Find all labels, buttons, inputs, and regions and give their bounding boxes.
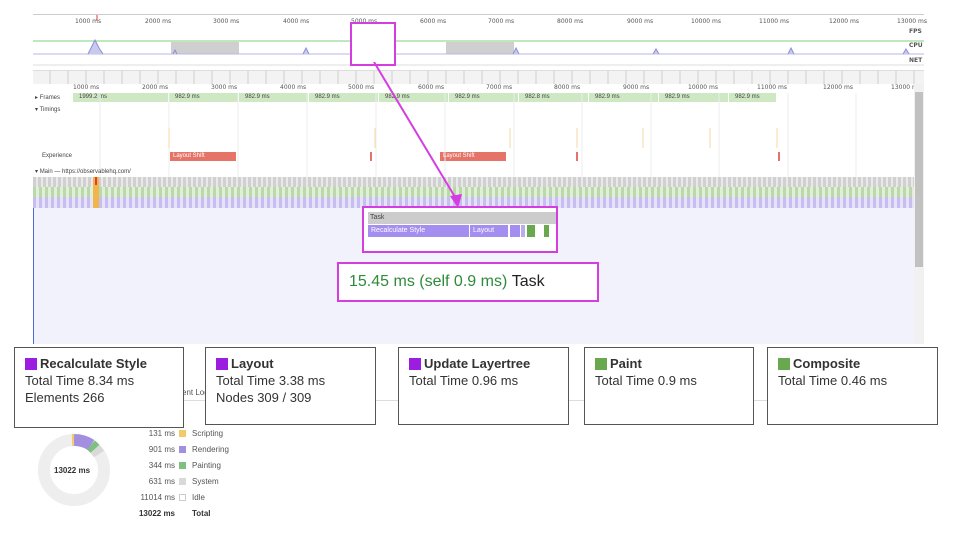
selection-highlight-box	[350, 22, 396, 66]
summary-category: Scripting	[192, 429, 224, 438]
ruler-tick: 1000 ms	[73, 84, 100, 91]
composite-swatch	[778, 357, 790, 370]
donut-rendering-slice	[73, 434, 95, 451]
ruler-tick: 11000 ms	[757, 84, 787, 91]
task-bar[interactable]: Task	[368, 212, 556, 224]
summary-value: 344 ms	[148, 461, 175, 470]
recalculate-style-swatch	[25, 357, 37, 370]
tooltip-total-time: Total Time 0.9 ms	[595, 373, 697, 388]
tooltip-composite: Composite Total Time 0.46 ms	[767, 347, 938, 425]
ruler-tick: 12000 ms	[823, 84, 853, 91]
zoomed-task-inset: Task Recalculate Style Layout	[362, 206, 558, 253]
ruler-tick: 10000 ms	[688, 84, 718, 91]
tooltip-total-time: Total Time 8.34 ms	[25, 373, 135, 388]
summary-category: Painting	[192, 461, 221, 470]
summary-value: 13022 ms	[138, 509, 175, 518]
summary-value: 631 ms	[148, 477, 175, 486]
summary-value: 11014 ms	[140, 493, 175, 502]
overview-tick: 12000 ms	[829, 18, 859, 25]
donut-painting-slice	[87, 440, 100, 453]
donut-total-label: 13022 ms	[54, 466, 91, 475]
paint-swatch	[595, 357, 607, 370]
summary-row-total: 13022 ms Total	[100, 509, 240, 523]
small-render-bar[interactable]	[521, 225, 525, 237]
overview-tick: 3000 ms	[213, 18, 240, 25]
main-thread-url: Main — https://observablehq.com/	[39, 169, 131, 175]
cpu-label: CPU	[909, 42, 923, 49]
layout-bar-label: Layout	[473, 227, 495, 234]
overview-tick: 9000 ms	[627, 18, 654, 25]
summary-value: 901 ms	[148, 445, 175, 454]
update-layertree-bar[interactable]	[510, 225, 520, 237]
screenshot-filmstrip[interactable]	[33, 70, 924, 84]
summary-row-system: 631 ms System	[100, 477, 240, 491]
tooltip-total-time: Total Time 0.46 ms	[778, 373, 888, 388]
tooltip-nodes: Nodes 309 / 309	[216, 390, 312, 405]
tooltip-total-time: Total Time 0.96 ms	[409, 373, 519, 388]
script-event-marker	[95, 177, 97, 185]
tooltip-recalculate-style: Recalculate Style Total Time 8.34 ms Ele…	[14, 347, 184, 428]
tooltip-elements: Elements 266	[25, 390, 105, 405]
donut-system-slice	[90, 444, 105, 458]
summary-row-rendering: 901 ms Rendering	[100, 445, 240, 459]
system-swatch	[179, 478, 186, 485]
rendering-swatch	[179, 446, 186, 453]
ruler-tick: 8000 ms	[554, 84, 581, 91]
composite-bar[interactable]	[544, 225, 549, 237]
summary-category: Idle	[192, 493, 205, 502]
main-thread-flame-paint[interactable]	[33, 187, 914, 197]
tooltip-total-time: Total Time 3.38 ms	[216, 373, 326, 388]
overview-tick: 1000 ms	[75, 18, 102, 25]
main-thread-label[interactable]: ▾ Main — https://observablehq.com/	[35, 168, 131, 175]
summary-category: Total	[192, 509, 211, 518]
task-duration-callout: 15.45 ms (self 0.9 ms) Task	[337, 262, 599, 302]
tooltip-title: Composite	[793, 356, 861, 371]
task-duration-text: 15.45 ms (self 0.9 ms)	[349, 273, 508, 290]
recalculate-style-bar-label: Recalculate Style	[371, 227, 426, 234]
tooltip-title: Update Layertree	[424, 356, 531, 371]
tooltip-title: Recalculate Style	[40, 356, 147, 371]
overview-tick: 4000 ms	[283, 18, 310, 25]
overview-tick: 10000 ms	[691, 18, 721, 25]
fps-label: FPS	[909, 28, 922, 35]
summary-value: 131 ms	[148, 429, 175, 438]
task-name-text: Task	[511, 273, 545, 290]
timeline-left-edge	[33, 208, 34, 344]
ruler-tick: 4000 ms	[280, 84, 307, 91]
layout-bar[interactable]: Layout	[470, 225, 508, 237]
tooltip-layout: Layout Total Time 3.38 ms Nodes 309 / 30…	[205, 347, 376, 425]
zoom-pointer-arrow	[373, 62, 462, 208]
tooltip-title: Paint	[610, 356, 642, 371]
scripting-swatch	[179, 430, 186, 437]
idle-swatch	[179, 494, 186, 501]
scrollbar-thumb[interactable]	[915, 92, 923, 267]
net-label: NET	[909, 57, 923, 64]
summary-row-painting: 344 ms Painting	[100, 461, 240, 475]
ruler-tick: 7000 ms	[486, 84, 513, 91]
tooltip-update-layertree: Update Layertree Total Time 0.96 ms	[398, 347, 569, 425]
overview-tick: 11000 ms	[759, 18, 789, 25]
summary-category: System	[192, 477, 219, 486]
summary-row-scripting: 131 ms Scripting	[100, 429, 240, 443]
summary-row-idle: 11014 ms Idle	[100, 493, 240, 507]
ruler-tick: 9000 ms	[623, 84, 650, 91]
recalculate-style-bar[interactable]: Recalculate Style	[368, 225, 469, 237]
vertical-scrollbar[interactable]	[914, 84, 924, 344]
ruler-tick: 3000 ms	[211, 84, 238, 91]
task-bar-label: Task	[370, 214, 385, 221]
tooltip-title: Layout	[231, 356, 274, 371]
overview-tick: 8000 ms	[557, 18, 584, 25]
overview-tick: 7000 ms	[488, 18, 515, 25]
timeline-overview[interactable]: 1000 ms 2000 ms 3000 ms 4000 ms 5000 ms …	[33, 14, 927, 71]
summary-category: Rendering	[192, 445, 229, 454]
update-layertree-swatch	[409, 357, 421, 370]
overview-tick: 13000 ms	[897, 18, 927, 25]
painting-swatch	[179, 462, 186, 469]
overview-tick: 6000 ms	[420, 18, 447, 25]
tooltip-paint: Paint Total Time 0.9 ms	[584, 347, 754, 425]
ruler-tick: 2000 ms	[142, 84, 169, 91]
layout-swatch	[216, 357, 228, 370]
paint-bar[interactable]	[527, 225, 535, 237]
overview-tick: 2000 ms	[145, 18, 172, 25]
